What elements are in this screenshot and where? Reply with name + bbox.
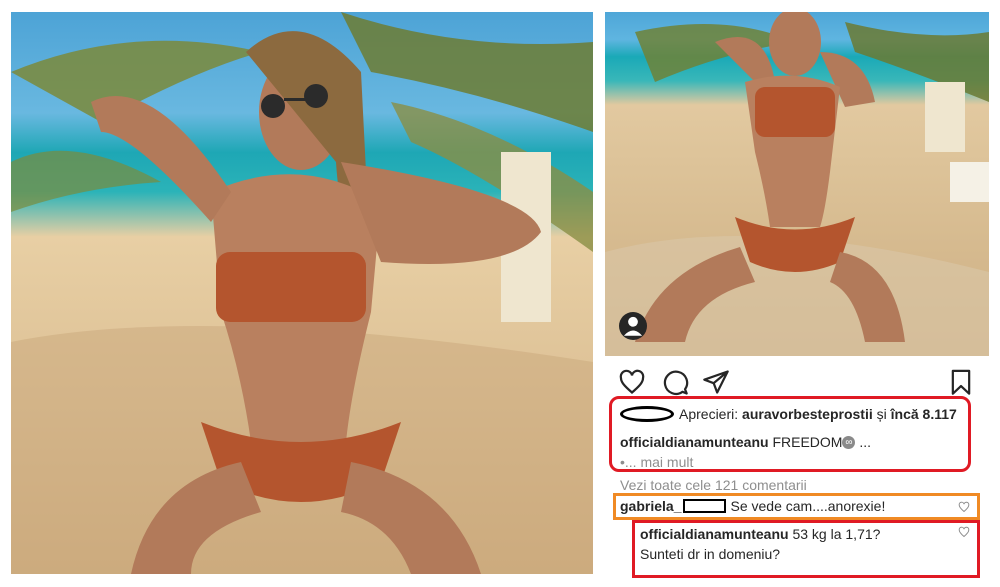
user-tag-icon[interactable] [619,312,647,340]
beach-photo-right[interactable] [605,12,989,356]
beach-photo-left-illustration [11,12,593,574]
beach-photo-left [11,12,593,574]
beach-photo-right-illustration [605,12,989,356]
comment-icon[interactable] [661,368,689,396]
highlight-frame-comment-2 [632,520,980,578]
send-icon[interactable] [702,368,730,396]
heart-icon[interactable] [618,368,646,396]
bookmark-icon[interactable] [947,368,975,396]
post-actions-bar [605,360,989,400]
highlight-frame-caption [609,396,971,472]
highlight-frame-comment-1 [613,493,980,520]
